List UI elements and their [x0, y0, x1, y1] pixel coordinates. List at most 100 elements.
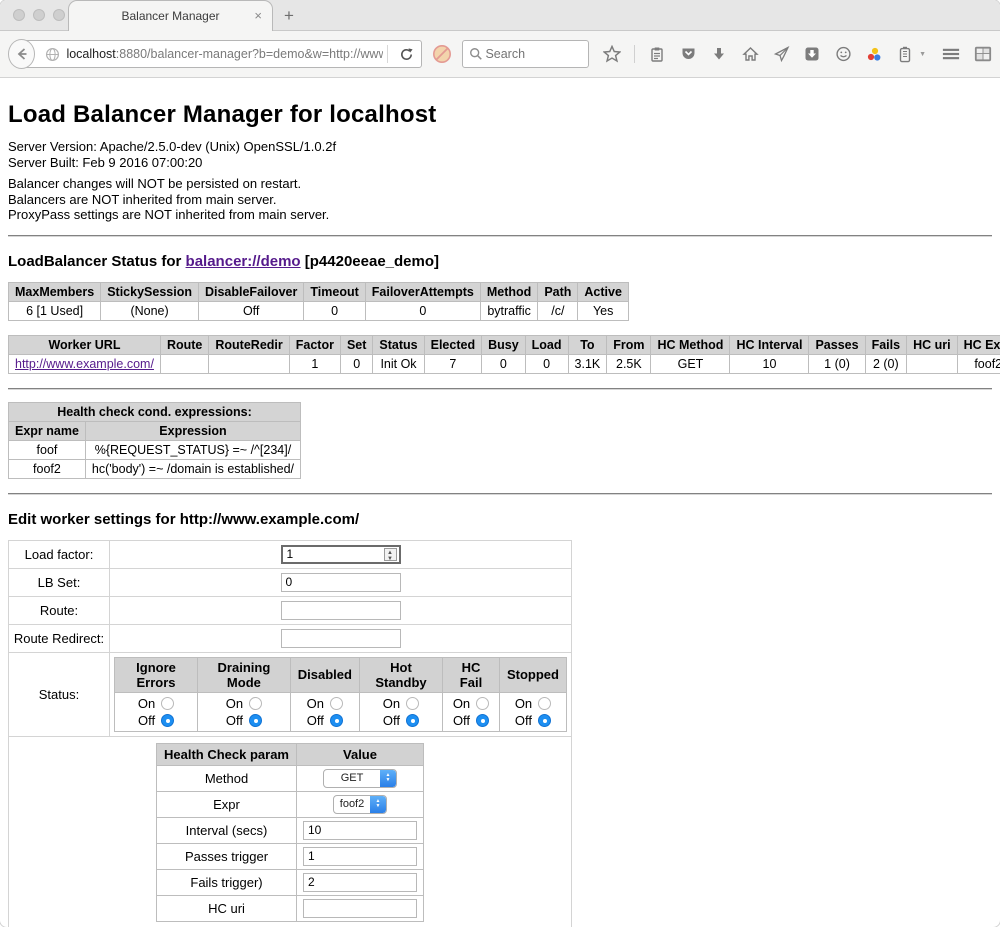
hc-passes-input[interactable] — [303, 847, 417, 866]
radio-disabled-on[interactable] — [330, 697, 343, 710]
column-header: MaxMembers — [9, 282, 101, 301]
hc-expr-select[interactable]: foof2 ▲▼ — [333, 795, 387, 814]
column-header: Passes — [809, 335, 865, 354]
radio-draining-mode-on[interactable] — [249, 697, 262, 710]
radio-hc-fail-off[interactable] — [476, 714, 489, 727]
new-tab-button[interactable]: + — [284, 6, 294, 26]
number-stepper-icon[interactable]: ▲▼ — [384, 548, 397, 561]
table-row: On Off On Off On Off — [115, 692, 567, 731]
param-label: Interval (secs) — [157, 817, 297, 843]
download-manager-icon[interactable] — [803, 45, 821, 63]
chat-smiley-icon[interactable] — [834, 45, 852, 63]
radio-label: Off — [453, 712, 470, 729]
overflow-caret-icon[interactable]: ▼ — [919, 51, 926, 58]
window-controls — [13, 9, 65, 21]
url-text[interactable]: localhost:8880/balancer-manager?b=demo&w… — [66, 47, 383, 61]
heading-prefix: LoadBalancer Status for — [8, 253, 186, 270]
column-header: Value — [297, 743, 424, 765]
field-label: Status: — [9, 652, 110, 736]
radio-stopped-on[interactable] — [538, 697, 551, 710]
radio-disabled-off[interactable] — [330, 714, 343, 727]
hc-interval-input[interactable] — [303, 821, 417, 840]
lb-set-input[interactable] — [281, 573, 401, 592]
globe-icon — [45, 47, 60, 62]
form-row-route: Route: — [9, 596, 572, 624]
column-header: Ignore Errors — [115, 657, 198, 692]
table-row: Passes trigger — [157, 843, 424, 869]
page-content: Load Balancer Manager for localhost Serv… — [0, 78, 1000, 927]
content-blocked-icon[interactable] — [432, 44, 452, 64]
hc-method-select[interactable]: GET ▲▼ — [323, 769, 397, 788]
tab-groups-icon[interactable] — [974, 45, 992, 63]
table-row: http://www.example.com/ 1 0 Init Ok 7 0 … — [9, 354, 1000, 373]
radio-ignore-errors-off[interactable] — [161, 714, 174, 727]
close-window-button[interactable] — [13, 9, 25, 21]
route-input[interactable] — [281, 601, 401, 620]
hc-expressions-table: Health check cond. expressions: Expr nam… — [8, 402, 301, 479]
tab-balancer-manager[interactable]: Balancer Manager × — [68, 0, 273, 31]
radio-ignore-errors-on[interactable] — [161, 697, 174, 710]
form-row-hc-params: Health Check param Value Method GET ▲▼ — [9, 736, 572, 927]
downloads-icon[interactable] — [710, 45, 728, 63]
radio-hot-standby-off[interactable] — [406, 714, 419, 727]
balancer-demo-link[interactable]: balancer://demo — [186, 253, 301, 270]
colored-dots-extension-icon[interactable] — [865, 45, 883, 63]
radio-label: Off — [226, 712, 243, 729]
status-cell-hc-fail: On Off — [443, 692, 500, 731]
hc-uri-input[interactable] — [303, 899, 417, 918]
status-cell-hot-standby: On Off — [359, 692, 442, 731]
back-arrow-icon — [14, 46, 30, 62]
column-header: DisableFailover — [198, 282, 303, 301]
search-input[interactable] — [483, 46, 582, 62]
radio-hot-standby-on[interactable] — [406, 697, 419, 710]
cell-routeredir — [209, 354, 289, 373]
column-header: Expression — [85, 421, 300, 440]
minimize-window-button[interactable] — [33, 9, 45, 21]
cell-expression: hc('body') =~ /domain is established/ — [85, 459, 300, 478]
divider — [8, 388, 992, 390]
cell-expression: %{REQUEST_STATUS} =~ /^[234]/ — [85, 440, 300, 459]
pocket-icon[interactable] — [679, 45, 697, 63]
field-label: LB Set: — [9, 568, 110, 596]
navigation-toolbar: localhost:8880/balancer-manager?b=demo&w… — [0, 31, 1000, 78]
table-title-row: Health check cond. expressions: — [9, 402, 301, 421]
select-stepper-icon: ▲▼ — [380, 770, 396, 787]
column-header: Expr name — [9, 421, 86, 440]
reload-button[interactable] — [392, 47, 421, 62]
radio-hc-fail-on[interactable] — [476, 697, 489, 710]
url-bar[interactable]: localhost:8880/balancer-manager?b=demo&w… — [20, 40, 422, 68]
route-redirect-input[interactable] — [281, 629, 401, 648]
radio-label: Off — [383, 712, 400, 729]
cell-stickysession: (None) — [101, 301, 199, 320]
field-label: Load factor: — [9, 540, 110, 568]
tab-close-icon[interactable]: × — [254, 8, 262, 23]
param-label: HC uri — [157, 895, 297, 921]
cell-disablefailover: Off — [198, 301, 303, 320]
column-header: Health Check param — [157, 743, 297, 765]
cell-method: bytraffic — [480, 301, 537, 320]
cell-busy: 0 — [482, 354, 526, 373]
radio-draining-mode-off[interactable] — [249, 714, 262, 727]
hamburger-menu-icon[interactable] — [942, 45, 960, 63]
column-header: HC Expr — [957, 335, 1000, 354]
zoom-window-button[interactable] — [53, 9, 65, 21]
page-title: Load Balancer Manager for localhost — [8, 101, 992, 129]
column-header: HC uri — [907, 335, 958, 354]
hc-fails-input[interactable] — [303, 873, 417, 892]
radio-stopped-off[interactable] — [538, 714, 551, 727]
home-icon[interactable] — [741, 45, 759, 63]
send-tab-icon[interactable] — [772, 45, 790, 63]
search-bar[interactable] — [462, 40, 589, 68]
reading-list-icon[interactable] — [648, 45, 666, 63]
column-header: Method — [480, 282, 537, 301]
column-header: Stopped — [499, 657, 566, 692]
bookmark-star-icon[interactable] — [603, 45, 621, 63]
cell-expr-name: foof — [9, 440, 86, 459]
load-factor-input[interactable] — [281, 545, 401, 564]
status-cell-ignore-errors: On Off — [115, 692, 198, 731]
table-row: HC uri — [157, 895, 424, 921]
cell-from: 2.5K — [607, 354, 651, 373]
battery-extension-icon[interactable] — [896, 45, 914, 63]
worker-url-link[interactable]: http://www.example.com/ — [15, 357, 154, 371]
column-header: Timeout — [304, 282, 365, 301]
